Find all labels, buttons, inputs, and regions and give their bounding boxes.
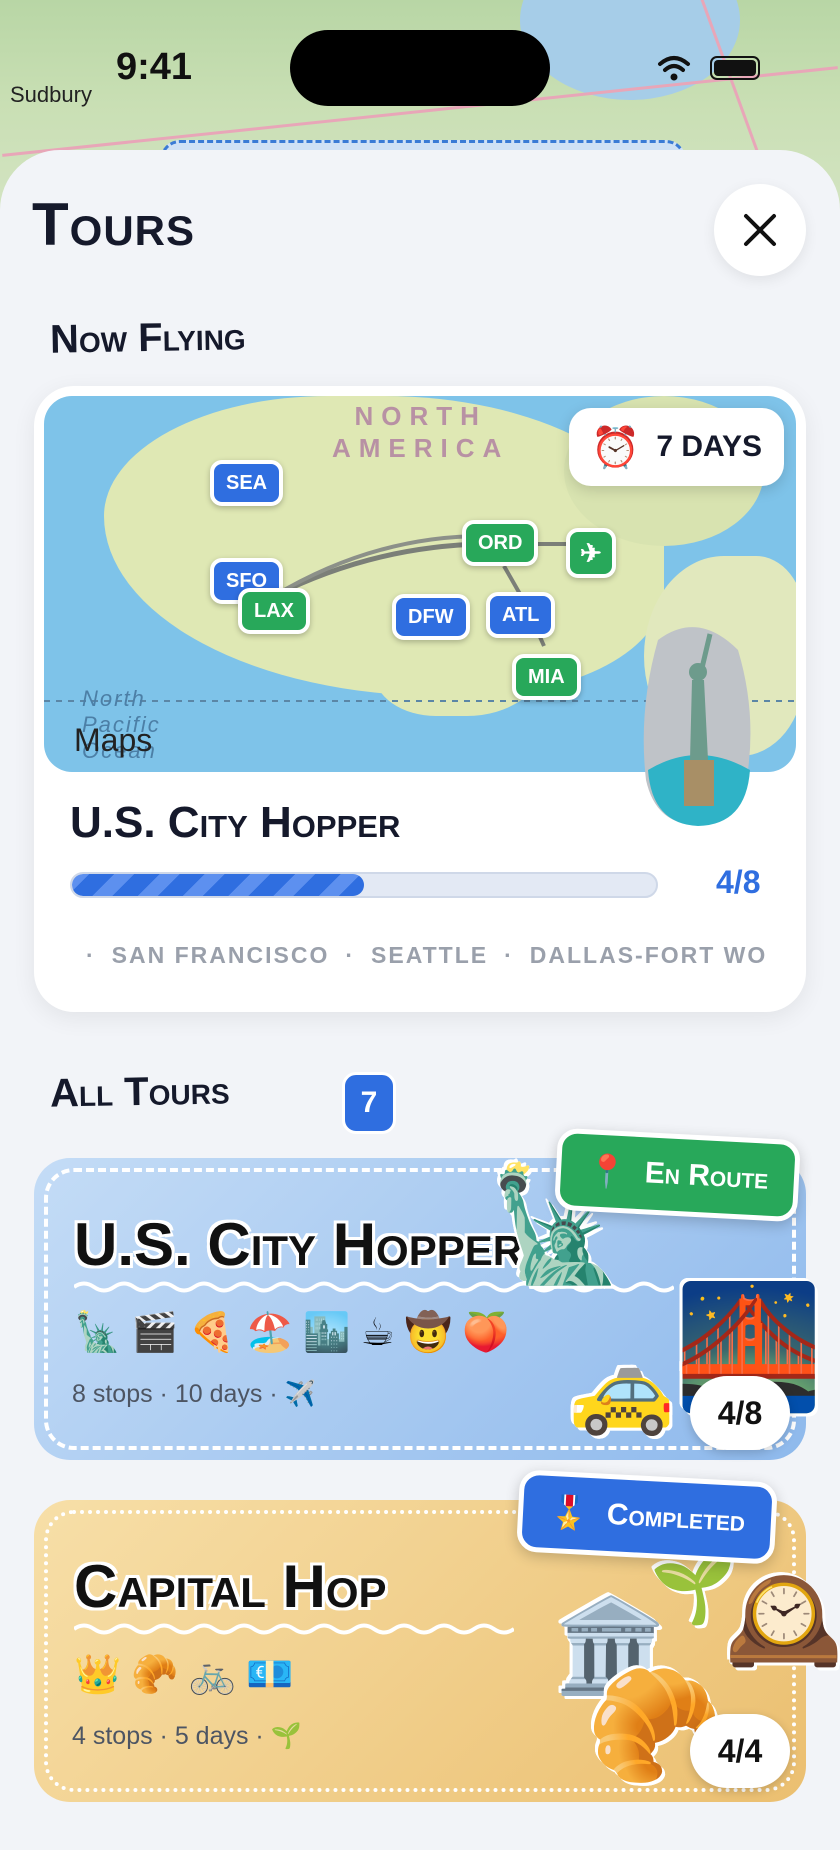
status-time: 9:41 [116, 46, 193, 88]
airport-pin-dfw[interactable]: DFW [392, 594, 470, 640]
maps-attribution: Maps [74, 722, 153, 758]
tour-card-title: Capital Hop [74, 1553, 387, 1620]
status-tag-completed: 🎖️ Completed [516, 1469, 779, 1565]
status-tag-en-route: 📍 En Route [554, 1127, 802, 1223]
map-pin-icon: 📍 [586, 1152, 628, 1191]
city-item: SAN FRANCISCO [111, 942, 330, 968]
status-bar: 9:41 Sudbury [0, 0, 840, 130]
now-flying-title: Now Flying [49, 314, 247, 362]
close-icon [744, 214, 776, 246]
close-button[interactable] [714, 184, 806, 276]
tour-count-badge: 7 [342, 1072, 396, 1134]
city-item: SEATTLE [371, 942, 489, 968]
medal-icon: 🎖️ [548, 1493, 590, 1532]
all-tours-title: All Tours [49, 1068, 230, 1116]
dynamic-island [290, 30, 550, 106]
airport-pin-mia[interactable]: MIA [512, 654, 581, 700]
map-region-label: NORTH AMERICA [332, 401, 510, 463]
tour-progress-bar [70, 872, 658, 898]
alarm-clock-icon: ⏰ [590, 425, 641, 470]
city-item: DALLAS-FORT WO [529, 942, 768, 968]
airplane-icon: ✈ [566, 528, 616, 578]
airport-pin-lax[interactable]: LAX [238, 588, 310, 634]
title-underline [74, 1623, 514, 1635]
battery-icon [710, 56, 760, 80]
city-list: · SAN FRANCISCO · SEATTLE · DALLAS-FORT WO [86, 942, 768, 968]
statue-of-liberty-sticker [643, 627, 751, 826]
tour-emoji-row: 👑🥐🚲💶 [74, 1652, 304, 1696]
tour-score: 4/4 [690, 1714, 790, 1788]
tour-score: 4/8 [690, 1376, 790, 1450]
current-tour-name: U.S. City Hopper [70, 798, 401, 847]
now-flying-card[interactable]: NORTH AMERICA SEA SFO LAX DFW ORD ATL MI… [34, 386, 806, 1012]
airport-pin-sea[interactable]: SEA [210, 460, 284, 506]
page-title: Tours [32, 191, 195, 258]
big-ben-icon: 🕰️ [724, 1562, 840, 1674]
wifi-icon [658, 56, 690, 81]
duration-badge: ⏰ 7 DAYS [568, 408, 784, 486]
airport-pin-atl[interactable]: ATL [486, 592, 556, 638]
airport-pin-ord[interactable]: ORD [462, 520, 539, 566]
progress-count: 4/8 [716, 864, 761, 900]
tour-card-title: U.S. City Hopper [74, 1211, 524, 1278]
taxi-icon: 🚕 [568, 1339, 676, 1439]
tour-meta: 4 stops · 5 days · 🌱 [72, 1722, 302, 1750]
map-city-label: Sudbury [10, 82, 92, 107]
tour-emoji-row: 🗽🎬🍕🏖️🏙️☕🤠🍑 [74, 1310, 520, 1354]
tour-meta: 8 stops · 10 days · ✈️ [72, 1380, 316, 1408]
